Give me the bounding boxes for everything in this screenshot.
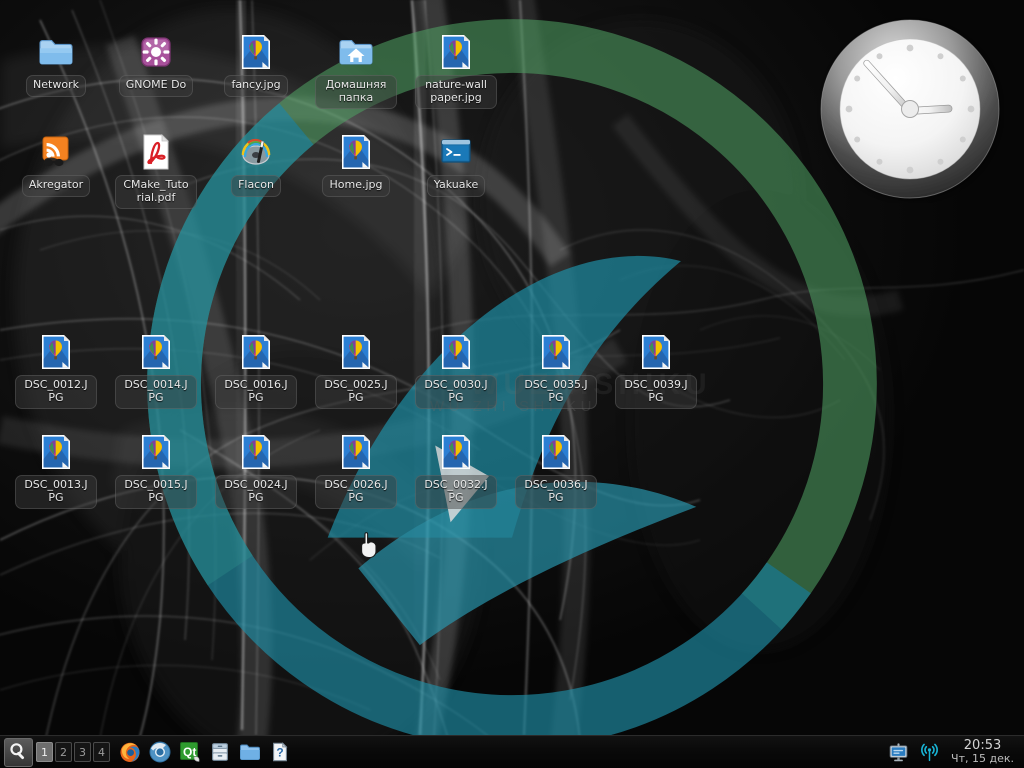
desktop-icon-dsc-0013[interactable]: DSC_0013.JPG	[10, 432, 102, 509]
wireless-signal-icon[interactable]	[918, 741, 940, 763]
mouse-cursor	[361, 532, 377, 559]
desktop-icon-label: DSC_0015.JPG	[115, 475, 197, 509]
desktop-icon-dsc-0026[interactable]: DSC_0026.JPG	[310, 432, 402, 509]
image-file-icon	[236, 432, 276, 472]
pdf-file-icon	[136, 132, 176, 172]
desktop-icon-label: Network	[26, 75, 86, 97]
image-file-icon	[136, 332, 176, 372]
desktop-icon-label: DSC_0026.JPG	[315, 475, 397, 509]
image-file-icon	[636, 332, 676, 372]
desktop-icon-home-folder[interactable]: Домашняя папка	[310, 32, 402, 109]
desktop-icon-dsc-0015[interactable]: DSC_0015.JPG	[110, 432, 202, 509]
desktop-icon-label: DSC_0024.JPG	[215, 475, 297, 509]
folder-network-icon	[36, 32, 76, 72]
desktop-icon-label: DSC_0016.JPG	[215, 375, 297, 409]
image-file-icon	[236, 332, 276, 372]
image-file-icon	[436, 432, 476, 472]
image-file-icon	[436, 32, 476, 72]
pager-desktop-4[interactable]: 4	[93, 742, 110, 762]
desktop-icon-flacon[interactable]: Flacon	[210, 132, 302, 197]
desktop-icon-label: Домашняя папка	[315, 75, 397, 109]
image-file-icon	[536, 332, 576, 372]
desktop-icon-label: fancy.jpg	[224, 75, 288, 97]
analog-clock-widget[interactable]	[816, 15, 1004, 203]
pager-desktop-1[interactable]: 1	[36, 742, 53, 762]
desktop-icon-gnome-do[interactable]: GNOME Do	[110, 32, 202, 97]
desktop-icon-label: GNOME Do	[118, 75, 194, 97]
desktop-icon-label: DSC_0036.JPG	[515, 475, 597, 509]
desktop-icon-label: DSC_0032.JPG	[415, 475, 497, 509]
desktop-icon-dsc-0036[interactable]: DSC_0036.JPG	[510, 432, 602, 509]
desktop-icon-dsc-0014[interactable]: DSC_0014.JPG	[110, 332, 202, 409]
image-file-icon	[236, 32, 276, 72]
pager-desktop-3[interactable]: 3	[74, 742, 91, 762]
system-tray: 20:53 Чт, 15 дек.	[887, 736, 1024, 768]
svg-text:?: ?	[276, 746, 283, 760]
clock-time: 20:53	[963, 738, 1002, 753]
folder-icon[interactable]	[237, 739, 263, 765]
image-file-icon	[36, 332, 76, 372]
panel-digital-clock[interactable]: 20:53 Чт, 15 дек.	[949, 739, 1018, 765]
desktop-icon-fancy-jpg[interactable]: fancy.jpg	[210, 32, 302, 97]
desktop-icon-label: DSC_0013.JPG	[15, 475, 97, 509]
desktop-icon-label: DSC_0035.JPG	[515, 375, 597, 409]
image-file-icon	[336, 332, 376, 372]
desktop-icon-home-jpg[interactable]: Home.jpg	[310, 132, 402, 197]
gnome-do-icon	[136, 32, 176, 72]
desktop-icon-nature-wall[interactable]: nature-wallpaper.jpg	[410, 32, 502, 109]
desktop-icon-label: Home.jpg	[322, 175, 390, 197]
monitor-icon[interactable]	[887, 741, 909, 763]
image-file-icon	[36, 432, 76, 472]
firefox-icon[interactable]	[117, 739, 143, 765]
desktop-icon-label: DSC_0014.JPG	[115, 375, 197, 409]
desktop[interactable]: WUZHISHIKU WU ZHI SHI KU Network GNOME D…	[0, 0, 1024, 768]
desktop-icon-akregator[interactable]: Akregator	[10, 132, 102, 197]
desktop-icon-dsc-0025[interactable]: DSC_0025.JPG	[310, 332, 402, 409]
desktop-icon-label: Akregator	[21, 175, 91, 197]
taskbar-panel[interactable]: 1 2 3 4 Qt ? 20:53 Чт, 15 дек.	[0, 735, 1024, 768]
image-file-icon	[136, 432, 176, 472]
pager-desktop-2[interactable]: 2	[55, 742, 72, 762]
image-file-icon	[336, 132, 376, 172]
desktop-icon-dsc-0039[interactable]: DSC_0039.JPG	[610, 332, 702, 409]
desktop-icon-dsc-0012[interactable]: DSC_0012.JPG	[10, 332, 102, 409]
terminal-icon	[436, 132, 476, 172]
chromium-icon[interactable]	[147, 739, 173, 765]
desktop-icon-label: nature-wallpaper.jpg	[415, 75, 497, 109]
desktop-icon-dsc-0032[interactable]: DSC_0032.JPG	[410, 432, 502, 509]
desktop-icon-dsc-0035[interactable]: DSC_0035.JPG	[510, 332, 602, 409]
qt-icon[interactable]: Qt	[177, 739, 203, 765]
desktop-icon-dsc-0024[interactable]: DSC_0024.JPG	[210, 432, 302, 509]
desktop-icon-dsc-0016[interactable]: DSC_0016.JPG	[210, 332, 302, 409]
desktop-icon-label: DSC_0025.JPG	[315, 375, 397, 409]
desktop-icon-dsc-0030[interactable]: DSC_0030.JPG	[410, 332, 502, 409]
clock-date: Чт, 15 дек.	[951, 752, 1014, 765]
archive-box-icon[interactable]	[207, 739, 233, 765]
desktop-pager[interactable]: 1 2 3 4	[36, 742, 110, 762]
desktop-icon-label: CMake_Tutorial.pdf	[115, 175, 197, 209]
kde-launcher-icon[interactable]	[4, 737, 33, 767]
panel-left-section: 1 2 3 4 Qt ?	[0, 736, 295, 768]
flacon-disc-icon	[236, 132, 276, 172]
desktop-icon-network[interactable]: Network	[10, 32, 102, 97]
desktop-icon-label: DSC_0030.JPG	[415, 375, 497, 409]
desktop-icon-label: Yakuake	[426, 175, 486, 197]
desktop-icon-cmake-tutorial[interactable]: CMake_Tutorial.pdf	[110, 132, 202, 209]
desktop-icon-label: DSC_0039.JPG	[615, 375, 697, 409]
akregator-rss-icon	[36, 132, 76, 172]
image-file-icon	[436, 332, 476, 372]
folder-home-icon	[336, 32, 376, 72]
image-file-icon	[336, 432, 376, 472]
desktop-icon-yakuake[interactable]: Yakuake	[410, 132, 502, 197]
desktop-icon-label: Flacon	[231, 175, 281, 197]
image-file-icon	[536, 432, 576, 472]
help-question-icon[interactable]: ?	[267, 739, 293, 765]
desktop-icon-label: DSC_0012.JPG	[15, 375, 97, 409]
